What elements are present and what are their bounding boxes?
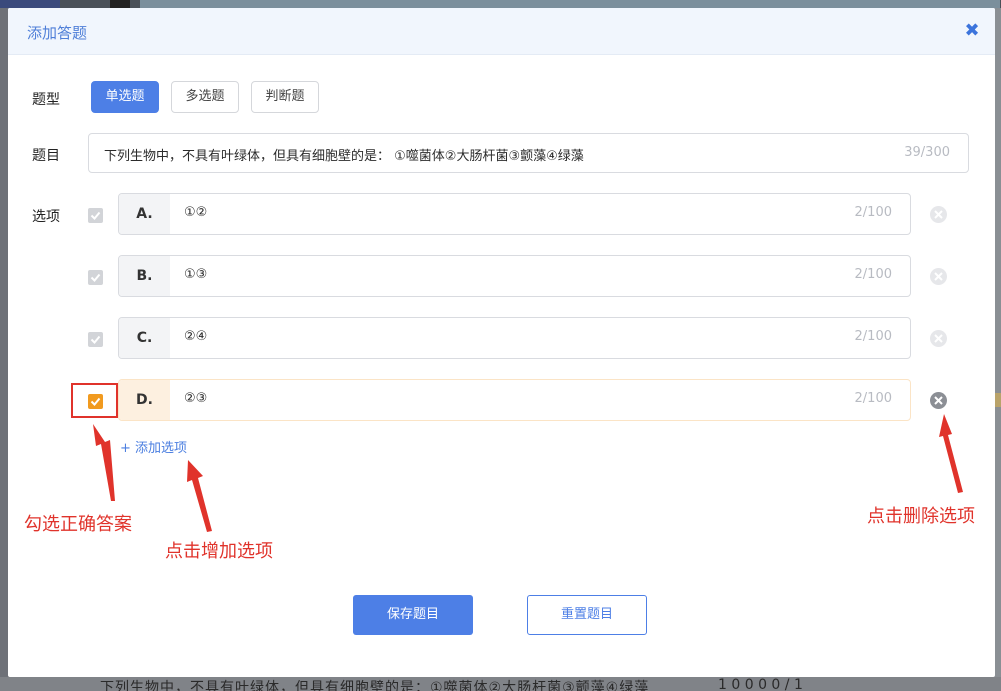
- backdrop-top: [0, 0, 1001, 8]
- type-label: 题型: [32, 92, 60, 108]
- type-single-choice-button[interactable]: 单选题: [91, 81, 159, 113]
- option-c-delete-icon[interactable]: [930, 330, 947, 347]
- question-value: 下列生物中，不具有叶绿体，但具有细胞壁的是： ①噬菌体②大肠杆菌③颤藻④绿藻: [104, 149, 584, 164]
- type-true-false-button[interactable]: 判断题: [251, 81, 319, 113]
- option-c-value: ②④: [184, 329, 208, 344]
- add-option-link[interactable]: + 添加选项: [120, 437, 187, 456]
- option-b-delete-icon[interactable]: [930, 268, 947, 285]
- backdrop-bottom: 下列生物中，不具有叶绿体，但具有细胞壁的是：①噬菌体②大肠杆菌③颤藻④绿藻 1 …: [0, 677, 1001, 691]
- type-multiple-choice-button[interactable]: 多选题: [171, 81, 239, 113]
- check-answer-hint: 勾选正确答案: [24, 514, 132, 535]
- option-c-checkbox[interactable]: [88, 332, 103, 347]
- check-icon: [90, 273, 101, 282]
- option-c-input[interactable]: C. ②④ 2/100: [118, 317, 911, 359]
- delete-option-hint: 点击删除选项: [867, 506, 975, 527]
- option-a-value: ①②: [184, 205, 208, 220]
- option-b-input[interactable]: B. ①③ 2/100: [118, 255, 911, 297]
- dialog-title: 添加答题: [27, 24, 88, 42]
- close-icon[interactable]: ✖: [963, 22, 981, 40]
- dialog-header: 添加答题 ✖: [8, 8, 995, 55]
- check-icon: [90, 397, 101, 406]
- options-label: 选项: [32, 209, 60, 225]
- backdrop-block: [110, 0, 130, 8]
- save-question-button[interactable]: 保存题目: [353, 595, 473, 635]
- option-d-letter: D.: [119, 380, 170, 420]
- option-b-counter: 2/100: [854, 267, 892, 282]
- backdrop-block: [140, 0, 1000, 8]
- question-counter: 39/300: [904, 145, 950, 160]
- option-a-letter: A.: [119, 194, 170, 234]
- check-icon: [90, 211, 101, 220]
- backdrop-number: 1 0 0 0 0 / 1: [718, 677, 803, 691]
- add-option-hint: 点击增加选项: [165, 541, 273, 562]
- option-c-counter: 2/100: [854, 329, 892, 344]
- option-d-delete-icon[interactable]: [930, 392, 947, 409]
- option-a-input[interactable]: A. ①② 2/100: [118, 193, 911, 235]
- option-b-letter: B.: [119, 256, 170, 296]
- add-question-dialog: 添加答题 ✖ 题型 单选题 多选题 判断题 题目 下列生物中，不具有叶绿体，但具…: [8, 8, 995, 677]
- option-d-input[interactable]: D. ②③ 2/100: [118, 379, 911, 421]
- option-d-value: ②③: [184, 391, 208, 406]
- question-label: 题目: [32, 148, 60, 164]
- option-a-counter: 2/100: [854, 205, 892, 220]
- option-c-letter: C.: [119, 318, 170, 358]
- check-icon: [90, 335, 101, 344]
- option-d-counter: 2/100: [854, 391, 892, 406]
- backdrop-block: [0, 0, 60, 8]
- reset-question-button[interactable]: 重置题目: [527, 595, 647, 635]
- option-d-checkbox[interactable]: [88, 394, 103, 409]
- option-b-checkbox[interactable]: [88, 270, 103, 285]
- option-a-checkbox[interactable]: [88, 208, 103, 223]
- question-input[interactable]: 下列生物中，不具有叶绿体，但具有细胞壁的是： ①噬菌体②大肠杆菌③颤藻④绿藻 3…: [88, 133, 969, 173]
- option-b-value: ①③: [184, 267, 208, 282]
- option-a-delete-icon[interactable]: [930, 206, 947, 223]
- backdrop-text: 下列生物中，不具有叶绿体，但具有细胞壁的是：①噬菌体②大肠杆菌③颤藻④绿藻: [100, 680, 650, 691]
